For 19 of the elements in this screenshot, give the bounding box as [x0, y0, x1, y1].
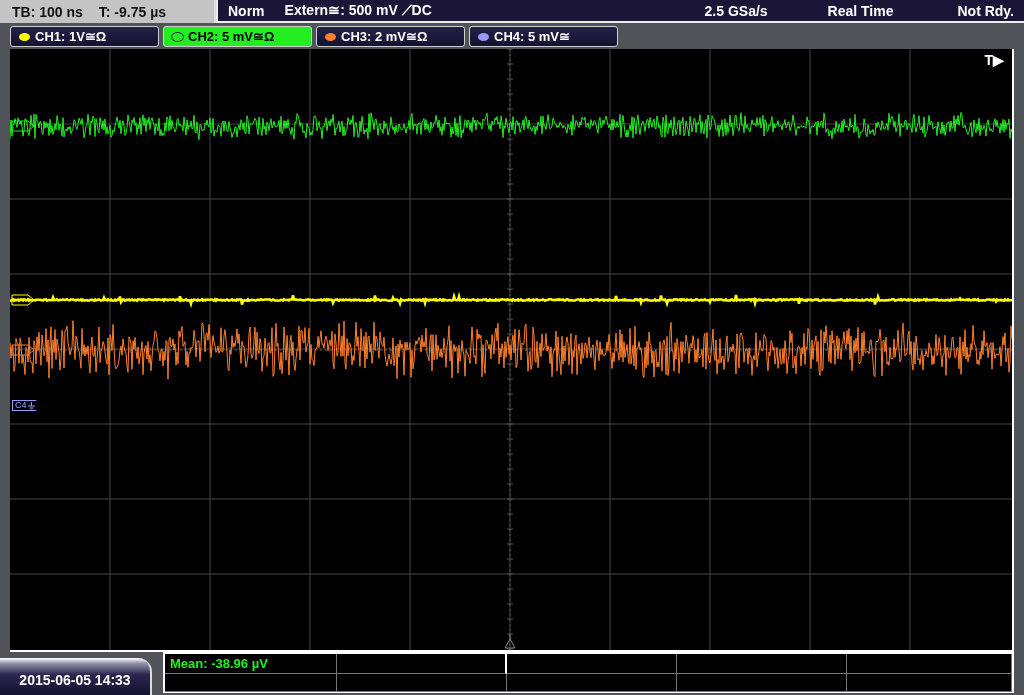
channel-marker-icon[interactable] — [11, 120, 35, 132]
channel-marker-icon[interactable] — [11, 344, 35, 356]
trigger-source: Extern≅: 500 mV ⟋DC — [284, 2, 432, 20]
measurement-value: Mean: -38.96 µV — [165, 654, 337, 674]
timestamp: 2015-06-05 14:33 — [0, 658, 152, 695]
channel-tab[interactable]: CH4: 5 mV≅ — [469, 26, 618, 48]
trigger-marker: T▶ — [984, 52, 1004, 68]
channel-tab[interactable]: CH3: 2 mV≅Ω — [316, 26, 465, 48]
sample-rate: 2.5 GSa/s — [704, 2, 768, 19]
channel-tab[interactable]: CH1: 1V≅Ω — [10, 26, 159, 48]
trigger-position-icon — [504, 633, 516, 649]
channel-tab[interactable]: CH2: 5 mV≅Ω — [163, 26, 312, 48]
trigger-mode: Norm — [228, 2, 265, 19]
timebase-readout: TB: 100 ns — [12, 3, 83, 20]
trigger-time-readout: T: -9.75 µs — [98, 3, 167, 20]
acquisition-state: Not Rdy. — [957, 2, 1014, 19]
marker-label: C4 — [15, 401, 27, 410]
ground-icon — [27, 401, 35, 410]
acquisition-mode: Real Time — [827, 2, 894, 19]
